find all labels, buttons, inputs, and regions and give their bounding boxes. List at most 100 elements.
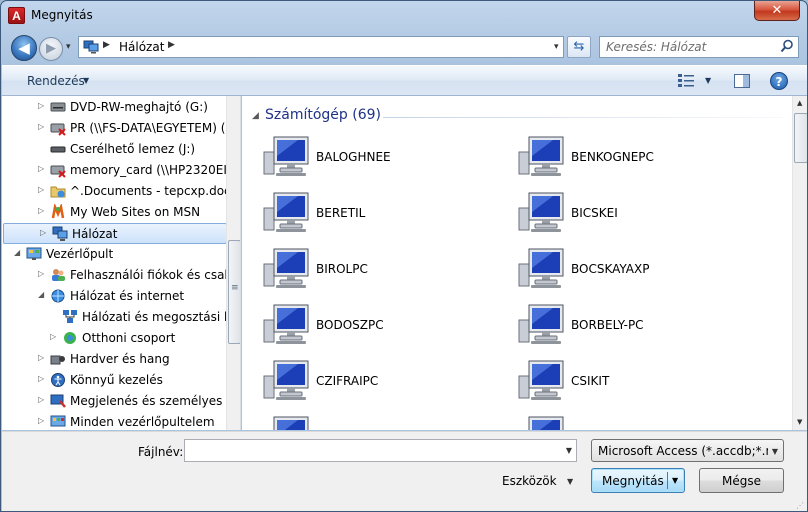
view-chevron-down-icon[interactable]: ▼	[705, 76, 711, 85]
computer-item[interactable]: BIROLPC	[262, 246, 502, 296]
computer-icon	[517, 246, 565, 290]
computer-name: BIROLPC	[316, 262, 368, 276]
resize-grip-icon[interactable]: ⋰	[796, 501, 806, 511]
tree-item[interactable]: ▷ DVD-RW-meghajtó (G:)	[2, 97, 226, 118]
expand-arrow-icon[interactable]: ▷	[38, 353, 44, 362]
tree-item[interactable]: ▷ Minden vezérlőpultelem	[2, 412, 226, 430]
web-folder-icon	[50, 183, 66, 199]
tree-item-label: Minden vezérlőpultelem	[70, 415, 215, 429]
breadcrumb-separator[interactable]: ▶	[168, 40, 175, 50]
expand-arrow-icon[interactable]: ▷	[38, 122, 44, 131]
tree-item-label: Hálózati és megosztási központ	[82, 310, 226, 324]
computer-item[interactable]	[517, 414, 757, 430]
tree-item[interactable]: ▷ memory_card (\\HP2320EISZIG	[2, 160, 226, 181]
close-button[interactable]: ✕	[754, 1, 800, 21]
open-dialog: A Megnyitás ✕ ◀ ▶ ▾ ▶ Hálózat ▶ ▾ ⇆ Kere…	[0, 0, 808, 512]
expand-arrow-icon[interactable]: ▷	[38, 101, 44, 110]
chevron-down-icon[interactable]: ▼	[772, 447, 778, 456]
file-type-select[interactable]: Microsoft Access (*.accdb;*.mdb ▼	[591, 439, 784, 462]
tree-item[interactable]: ◢ Vezérlőpult	[2, 244, 226, 265]
network-drive-disconnected-icon	[50, 162, 66, 178]
filename-dropdown-icon[interactable]: ▼	[566, 446, 572, 455]
search-input[interactable]: Keresés: Hálózat	[599, 36, 799, 58]
hardware-sound-icon	[50, 351, 66, 367]
cancel-button[interactable]: Mégse	[699, 468, 784, 493]
refresh-button[interactable]: ⇆	[567, 36, 591, 58]
view-options-icon[interactable]	[678, 74, 694, 88]
breadcrumb-network[interactable]: Hálózat	[119, 40, 164, 54]
open-options-icon[interactable]: ▼	[672, 476, 678, 485]
collapse-arrow-icon[interactable]: ◢	[14, 248, 20, 257]
navigation-scrollbar[interactable]	[226, 96, 240, 430]
tree-item-label: ^.Documents - tepcxp.docs.live	[70, 184, 226, 198]
tree-item[interactable]: ▷ Hardver és hang	[2, 349, 226, 370]
tree-item[interactable]: ▷ Könnyű kezelés	[2, 370, 226, 391]
split-divider	[667, 472, 668, 489]
computer-item[interactable]: CSIKIT	[517, 358, 757, 408]
expand-arrow-icon[interactable]: ▷	[38, 395, 44, 404]
tree-item[interactable]: ▷ PR (\\FS-DATA\EGYETEM) (I:)	[2, 118, 226, 139]
expand-arrow-icon[interactable]: ▷	[50, 332, 56, 341]
scroll-up-icon[interactable]: ▲	[797, 99, 802, 107]
expand-arrow-icon[interactable]: ▷	[38, 269, 44, 278]
network-icon	[52, 226, 68, 242]
computer-icon	[262, 246, 310, 290]
expand-arrow-icon[interactable]: ▷	[38, 374, 44, 383]
expand-arrow-icon[interactable]: ▷	[38, 164, 44, 173]
ease-of-access-icon	[50, 372, 66, 388]
network-icon	[83, 40, 99, 54]
content-scrollbar[interactable]: ▲ ▼	[792, 96, 807, 430]
expand-arrow-icon[interactable]: ▷	[38, 185, 44, 194]
address-bar[interactable]: ▶ Hálózat ▶ ▾	[78, 36, 564, 58]
tree-item[interactable]: ◢ Hálózat és internet	[2, 286, 226, 307]
computer-name: BENKOGNEPC	[571, 150, 654, 164]
scrollbar-thumb[interactable]	[228, 240, 240, 344]
computer-icon	[517, 358, 565, 402]
computer-item[interactable]: BENKOGNEPC	[517, 134, 757, 184]
computer-item[interactable]: BALOGHNEE	[262, 134, 502, 184]
computer-item[interactable]: BOCSKAYAXP	[517, 246, 757, 296]
computer-item[interactable]: BODOSZPC	[262, 302, 502, 352]
computer-item[interactable]: BICSKEI	[517, 190, 757, 240]
recent-pages-dropdown[interactable]: ▾	[66, 42, 71, 52]
help-icon[interactable]: ?	[770, 72, 788, 90]
back-button[interactable]: ◀	[11, 35, 37, 61]
open-button[interactable]: Megnyitás ▼	[591, 468, 685, 493]
tree-item[interactable]: ▷ Hálózat	[3, 223, 227, 244]
computer-icon	[517, 134, 565, 178]
search-icon[interactable]	[780, 39, 794, 53]
computer-item[interactable]: CZIFRAIPC	[262, 358, 502, 408]
expand-arrow-icon[interactable]: ▷	[40, 228, 46, 237]
group-collapse-icon[interactable]: ◢	[252, 111, 259, 121]
tools-menu[interactable]: Eszközök	[502, 474, 557, 488]
computer-item[interactable]	[262, 414, 502, 430]
organize-menu[interactable]: Rendezés	[27, 74, 85, 88]
forward-button[interactable]: ▶	[39, 37, 63, 61]
all-control-panel-icon	[50, 414, 66, 430]
tree-item[interactable]: Hálózati és megosztási központ	[2, 307, 226, 328]
appearance-icon	[50, 393, 66, 409]
scrollbar-thumb[interactable]	[794, 113, 807, 163]
computer-item[interactable]: BORBELY-PC	[517, 302, 757, 352]
tools-chevron-down-icon[interactable]: ▼	[567, 477, 573, 486]
filename-input[interactable]: ▼	[184, 439, 577, 462]
tree-item-label: Megjelenés és személyes beállítások	[70, 394, 226, 408]
preview-pane-icon[interactable]	[734, 74, 750, 88]
tree-item[interactable]: ▷ ^.Documents - tepcxp.docs.live	[2, 181, 226, 202]
tree-item[interactable]: ▷ Otthoni csoport	[2, 328, 226, 349]
tree-item[interactable]: ▷ Felhasználói fiókok és családbiztonság	[2, 265, 226, 286]
tree-item[interactable]: ▷ Megjelenés és személyes beállítások	[2, 391, 226, 412]
tree-item-label: Felhasználói fiókok és családbiztonság	[70, 268, 226, 282]
computer-item[interactable]: BERETIL	[262, 190, 502, 240]
cancel-button-label: Mégse	[722, 474, 761, 488]
tree-item[interactable]: Cserélhető lemez (J:)	[2, 139, 226, 160]
scroll-down-icon[interactable]: ▼	[797, 418, 802, 426]
group-header-computers[interactable]: Számítógép (69)	[265, 107, 381, 123]
breadcrumb-separator[interactable]: ▶	[103, 40, 110, 50]
tree-item[interactable]: ▷ My Web Sites on MSN	[2, 202, 226, 223]
chevron-down-icon[interactable]: ▼	[83, 76, 89, 85]
expand-arrow-icon[interactable]: ▷	[38, 416, 44, 425]
expand-arrow-icon[interactable]: ▷	[38, 206, 44, 215]
collapse-arrow-icon[interactable]: ◢	[38, 290, 44, 299]
address-dropdown[interactable]: ▾	[554, 42, 559, 52]
